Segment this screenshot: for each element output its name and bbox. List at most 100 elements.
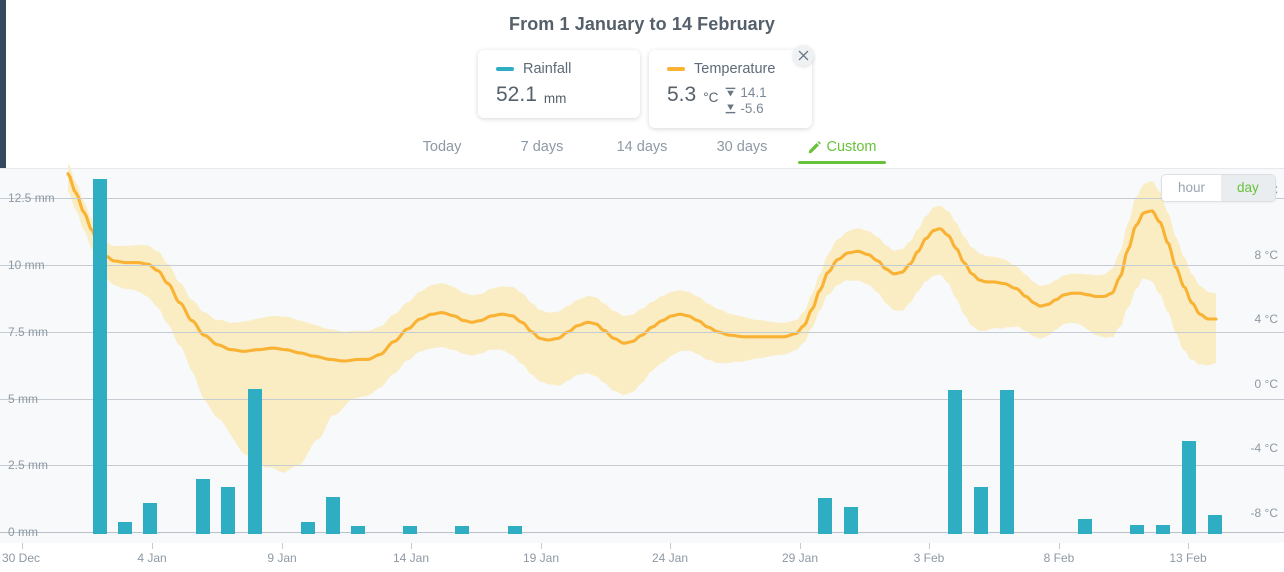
rainfall-bar[interactable] — [248, 388, 262, 534]
rainfall-bar[interactable] — [974, 487, 988, 534]
x-axis-label: 24 Jan — [651, 551, 689, 565]
x-axis-tick — [1188, 543, 1189, 549]
tab-7-days-label: 7 days — [520, 139, 564, 155]
x-axis-tick — [22, 543, 23, 549]
rainfall-bar[interactable] — [118, 522, 132, 534]
close-icon — [798, 50, 809, 61]
y-axis-left-label: 12.5 mm — [8, 191, 55, 206]
y-axis-left-label: 0 mm — [8, 525, 38, 539]
rainfall-bar[interactable] — [196, 479, 210, 534]
y-axis-right-label: 8 °C — [1254, 247, 1278, 262]
x-axis-label: 14 Jan — [392, 551, 430, 565]
x-axis-tick — [541, 543, 542, 549]
temperature-min-value: -5.6 — [740, 100, 764, 116]
tab-7-days[interactable]: 7 days — [492, 133, 592, 164]
y-axis-left-label: 5 mm — [8, 391, 38, 406]
legend-temperature-label: Temperature — [694, 61, 776, 77]
close-button[interactable] — [793, 45, 814, 66]
granularity-toggle: hour day — [1161, 174, 1276, 202]
rainfall-bar[interactable] — [326, 496, 340, 534]
legend-temperature-value-row: 5.3 °C 14.1 -5.6 — [667, 83, 796, 117]
weather-chart-page: From 1 January to 14 February Rainfall 5… — [0, 0, 1284, 572]
rainfall-bar[interactable] — [1182, 440, 1196, 534]
gridline — [0, 331, 1284, 333]
tab-custom[interactable]: Custom — [792, 133, 892, 164]
temperature-min-row: -5.6 — [725, 101, 766, 117]
rainfall-bar[interactable] — [455, 526, 469, 534]
rainfall-bar[interactable] — [1078, 519, 1092, 534]
gridline — [0, 265, 1284, 267]
gridline — [0, 198, 1284, 200]
rainfall-bar[interactable] — [1000, 389, 1014, 534]
tab-today[interactable]: Today — [392, 133, 492, 164]
range-tabs: Today 7 days 14 days 30 days Custom — [0, 133, 1284, 164]
legend-cards: Rainfall 52.1 mm Temperature 5.3 °C 14.1… — [478, 50, 812, 129]
x-axis-label: 30 Dec — [2, 551, 41, 565]
x-axis-tick — [800, 543, 801, 549]
x-axis-tick — [670, 543, 671, 549]
rainfall-line-swatch-icon — [496, 67, 514, 71]
legend-temperature-header: Temperature — [667, 61, 796, 77]
x-axis-label: 13 Feb — [1169, 551, 1207, 565]
y-axis-left-label: 2.5 mm — [8, 458, 49, 473]
tab-30-days-label: 30 days — [716, 139, 768, 155]
x-axis-tick — [282, 543, 283, 549]
temperature-range-band — [68, 163, 1216, 473]
chart-panel: 0 mm 2.5 mm 5 mm 7.5 mm 10 mm 12.5 mm -8 °C -4 … — [0, 163, 1284, 543]
y-axis-right-label: -4 °C — [1250, 441, 1278, 456]
rainfall-bar[interactable] — [93, 179, 107, 534]
x-axis: 30 Dec 4 Jan 9 Jan 14 Jan 19 Jan 24 Jan 29 Jan… — [2, 543, 1216, 572]
tab-custom-label: Custom — [826, 139, 877, 155]
legend-card-temperature[interactable]: Temperature 5.3 °C 14.1 -5.6 — [649, 50, 812, 129]
x-axis-label: 29 Jan — [781, 551, 819, 565]
x-axis-label: 8 Feb — [1043, 551, 1075, 565]
x-axis-label: 19 Jan — [522, 551, 560, 565]
y-axis-right-label: 0 °C — [1254, 376, 1278, 391]
rainfall-bar[interactable] — [403, 526, 417, 534]
y-axis-right-label: -8 °C — [1250, 505, 1278, 520]
rainfall-bar[interactable] — [1156, 524, 1170, 534]
temperature-avg-value: 5.3 — [667, 83, 697, 106]
rainfall-bar[interactable] — [818, 497, 832, 534]
temperature-unit: °C — [703, 90, 719, 105]
legend-rainfall-value-row: 52.1 mm — [496, 83, 624, 106]
rainfall-bar[interactable] — [508, 526, 522, 534]
x-axis-label: 9 Jan — [267, 551, 297, 565]
y-axis-left-label: 10 mm — [8, 258, 45, 273]
legend-card-rainfall[interactable]: Rainfall 52.1 mm — [478, 50, 640, 119]
tab-active-underline — [798, 161, 886, 164]
legend-rainfall-header: Rainfall — [496, 61, 624, 77]
gridline — [0, 465, 1284, 467]
toggle-option-day[interactable]: day — [1221, 175, 1275, 201]
rainfall-bar[interactable] — [351, 526, 365, 534]
tab-14-days[interactable]: 14 days — [592, 133, 692, 164]
temperature-series-svg — [66, 163, 1218, 473]
y-axis-left-label: 7.5 mm — [8, 324, 49, 339]
tab-today-label: Today — [422, 139, 462, 155]
min-arrow-icon — [726, 104, 736, 114]
x-axis-tick — [411, 543, 412, 549]
tab-30-days[interactable]: 30 days — [692, 133, 792, 164]
rainfall-bar[interactable] — [1208, 515, 1222, 534]
rainfall-total-value: 52.1 — [496, 83, 537, 106]
rainfall-bar[interactable] — [301, 522, 315, 534]
y-axis-right-label: 4 °C — [1254, 312, 1278, 327]
toggle-option-hour[interactable]: hour — [1162, 175, 1222, 201]
x-axis-tick — [929, 543, 930, 549]
rainfall-bar[interactable] — [143, 503, 157, 534]
rainfall-bar[interactable] — [948, 389, 962, 534]
legend-rainfall-label: Rainfall — [523, 61, 572, 77]
x-axis-tick — [152, 543, 153, 549]
page-title: From 1 January to 14 February — [509, 14, 775, 34]
x-axis-label: 3 Feb — [913, 551, 945, 565]
chart-plot-area[interactable]: 0 mm 2.5 mm 5 mm 7.5 mm 10 mm 12.5 mm -8 °C -4 … — [0, 163, 1284, 539]
pencil-icon — [808, 140, 821, 153]
gridline — [0, 398, 1284, 400]
temperature-minmax: 14.1 -5.6 — [725, 84, 767, 117]
rainfall-unit: mm — [543, 91, 567, 106]
rainfall-bar[interactable] — [844, 507, 858, 534]
rainfall-bar[interactable] — [221, 487, 235, 534]
rainfall-bar[interactable] — [1130, 524, 1144, 534]
temperature-line-swatch-icon — [667, 67, 685, 71]
temperature-max-row: 14.1 — [725, 85, 767, 101]
